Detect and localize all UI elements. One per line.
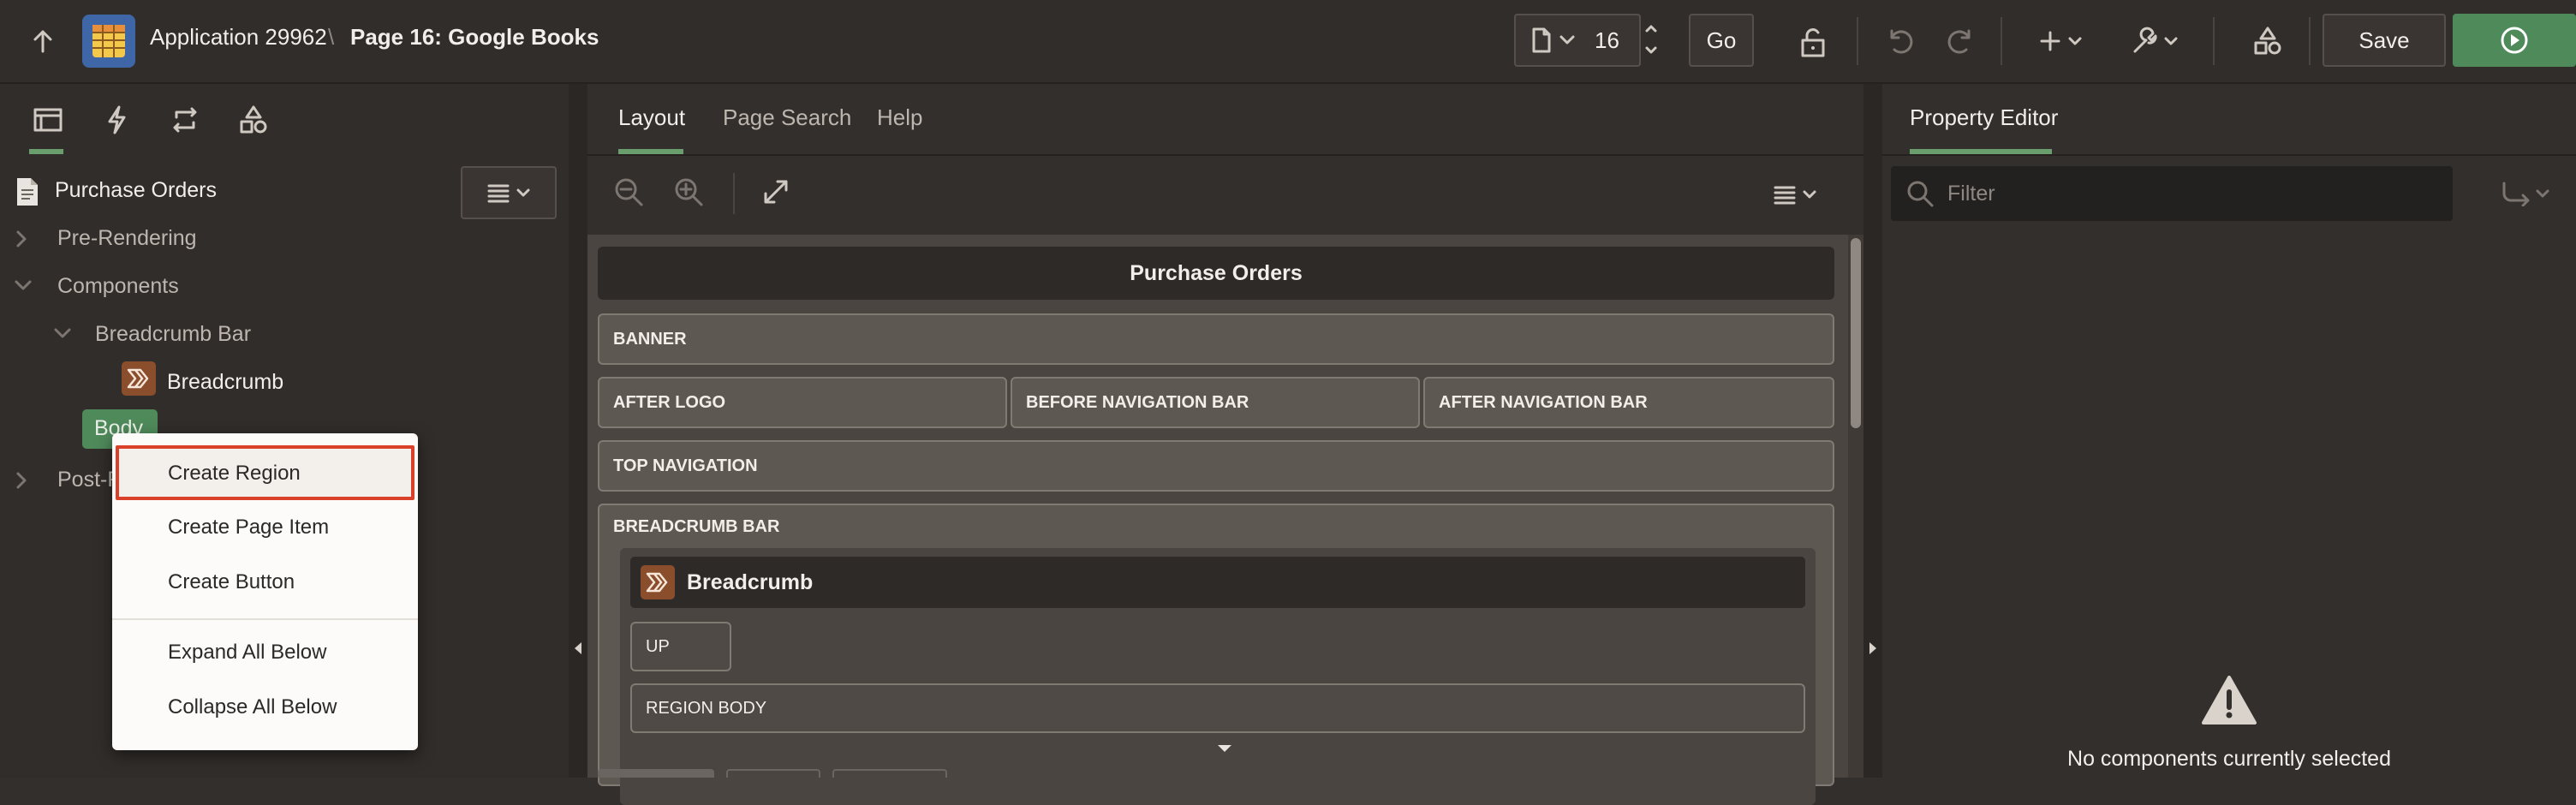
collapse-right-icon[interactable] [1868, 641, 1878, 656]
redo-icon[interactable] [1942, 22, 1980, 60]
breadcrumb-region-box[interactable]: Breadcrumb UP REGION BODY [620, 548, 1816, 805]
search-icon [1907, 181, 1934, 207]
run-page-button[interactable] [2453, 14, 2576, 67]
scroll-down-icon[interactable] [1216, 743, 1233, 754]
list-icon [487, 184, 510, 203]
layout-canvas: Purchase Orders BANNER AFTER LOGO BEFORE… [587, 235, 1863, 805]
breadcrumb-region-icon [641, 565, 675, 599]
lock-page-icon[interactable] [1794, 22, 1832, 60]
chevron-down-icon [1559, 35, 1575, 45]
page-header-region[interactable]: Purchase Orders [598, 247, 1834, 300]
rendering-tab-icon[interactable] [29, 103, 67, 137]
page-number-input[interactable]: 16 [1595, 27, 1619, 54]
collapse-left-icon[interactable] [573, 641, 583, 656]
slot-before-navigation-bar[interactable]: BEFORE NAVIGATION BAR [1011, 377, 1420, 428]
processing-tab-icon[interactable] [166, 103, 204, 137]
slot-after-logo[interactable]: AFTER LOGO [598, 377, 1007, 428]
tree-menu-button[interactable] [461, 166, 557, 219]
application-name[interactable]: Application 29962 [150, 24, 327, 51]
page-icon [1532, 27, 1551, 53]
page-icon [12, 175, 43, 209]
tree-node-pre-rendering[interactable]: Pre-Rendering [57, 226, 197, 251]
tab-property-editor[interactable]: Property Editor [1910, 104, 2058, 131]
menu-item-label: Create Region [168, 462, 301, 485]
menu-item-collapse-all-below[interactable]: Collapse All Below [168, 695, 337, 719]
body-context-menu: Create Region Create Page Item Create Bu… [112, 433, 418, 750]
expand-icon[interactable] [762, 178, 790, 206]
tab-page-search[interactable]: Page Search [723, 104, 851, 131]
zoom-out-icon[interactable] [613, 176, 644, 207]
app-icon[interactable] [82, 15, 135, 68]
menu-item-expand-all-below[interactable]: Expand All Below [168, 641, 326, 665]
undo-icon[interactable] [1881, 22, 1918, 60]
breadcrumb-region-header[interactable]: Breadcrumb [630, 557, 1805, 608]
slot-region-body[interactable]: REGION BODY [630, 683, 1805, 733]
left-splitter[interactable] [569, 84, 587, 778]
tree-node-breadcrumb[interactable]: Breadcrumb [167, 370, 283, 395]
page-stepper-icon[interactable] [1644, 22, 1658, 57]
empty-state-message: No components currently selected [2067, 747, 2391, 771]
slot-up[interactable]: UP [630, 622, 731, 671]
gallery-tab[interactable] [598, 769, 714, 778]
gallery-tab[interactable] [726, 769, 820, 778]
list-icon [1774, 186, 1796, 205]
layout-menu-button[interactable] [1773, 182, 1824, 207]
chevron-down-icon [516, 188, 530, 197]
canvas-scrollbar[interactable] [1848, 235, 1863, 778]
zoom-in-icon[interactable] [673, 176, 704, 207]
warning-icon [2202, 676, 2257, 724]
filter-placeholder: Filter [1947, 182, 1995, 206]
menu-item-create-button[interactable]: Create Button [168, 570, 295, 594]
tree-root-page[interactable]: Purchase Orders [55, 178, 217, 203]
layout-pane: Layout Page Search Help Purchase Orders … [587, 84, 1863, 805]
chevron-down-icon [2536, 189, 2549, 198]
property-editor-pane: Property Editor Filter No components cur… [1882, 84, 2576, 778]
menu-divider [112, 618, 418, 620]
breadcrumb-region-title: Breadcrumb [687, 570, 814, 594]
top-toolbar: Application 29962 \ Page 16: Google Book… [0, 0, 2576, 84]
slot-after-navigation-bar[interactable]: AFTER NAVIGATION BAR [1423, 377, 1834, 428]
wrench-icon [2133, 27, 2157, 53]
chevron-down-icon [2068, 37, 2082, 45]
page-title: Page 16: Google Books [350, 24, 599, 50]
menu-item-create-page-item[interactable]: Create Page Item [168, 516, 329, 540]
go-button[interactable]: Go [1689, 14, 1754, 67]
slot-banner[interactable]: BANNER [598, 313, 1834, 365]
up-arrow-icon[interactable] [26, 24, 60, 58]
scrollbar-thumb[interactable] [1851, 238, 1861, 428]
chevron-down-icon[interactable] [14, 279, 33, 291]
go-to-group-button[interactable] [2501, 180, 2557, 207]
chevron-down-icon[interactable] [53, 327, 72, 339]
tree-node-components[interactable]: Components [57, 274, 179, 299]
gallery-tab[interactable] [832, 769, 947, 778]
breadcrumb-separator: \ [328, 24, 335, 50]
page-selector[interactable]: 16 [1514, 14, 1657, 67]
plus-icon [2040, 31, 2060, 51]
slot-breadcrumb-bar-label: BREADCRUMB BAR [613, 517, 780, 536]
play-icon [2501, 27, 2528, 54]
active-tab-indicator [29, 149, 63, 154]
slot-top-navigation[interactable]: TOP NAVIGATION [598, 440, 1834, 492]
shared-components-tab-icon[interactable] [235, 103, 272, 137]
breadcrumb-region-icon [122, 361, 156, 396]
dynamic-actions-tab-icon[interactable] [98, 103, 135, 137]
chevron-down-icon [1803, 190, 1816, 199]
filter-input[interactable]: Filter [1891, 166, 2453, 221]
utilities-menu-button[interactable] [2127, 22, 2182, 60]
tree-node-breadcrumb-bar[interactable]: Breadcrumb Bar [95, 322, 251, 347]
chevron-down-icon [2164, 37, 2178, 45]
tab-layout[interactable]: Layout [618, 104, 685, 131]
create-menu-button[interactable] [2035, 22, 2086, 60]
tab-help[interactable]: Help [877, 104, 922, 131]
save-button[interactable]: Save [2323, 14, 2446, 67]
right-splitter[interactable] [1863, 84, 1882, 778]
chevron-right-icon[interactable] [15, 230, 27, 248]
chevron-right-icon[interactable] [15, 471, 27, 490]
shared-components-icon[interactable] [2249, 22, 2287, 60]
go-to-group-icon [2502, 182, 2530, 206]
menu-item-create-region[interactable]: Create Region [116, 445, 414, 500]
